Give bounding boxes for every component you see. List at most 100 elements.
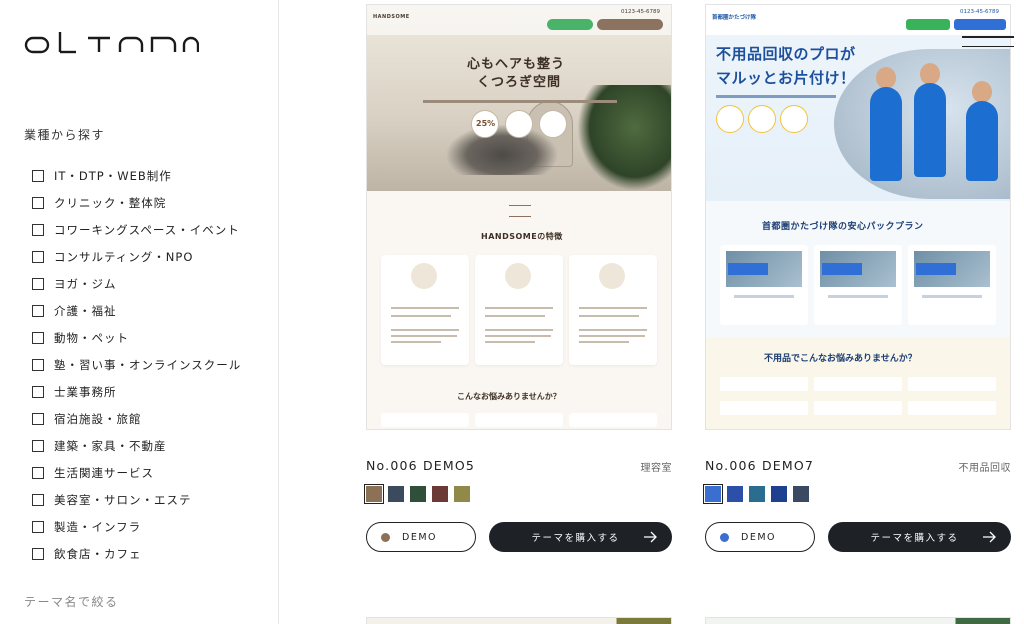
preview-worry-item — [814, 377, 902, 391]
preview-hero-subtext — [423, 100, 617, 103]
hamburger-menu-icon[interactable] — [962, 36, 1014, 60]
preview-brand: HANDSOME — [373, 14, 410, 20]
checkbox[interactable] — [32, 466, 44, 479]
category-label: 生活関連サービス — [54, 465, 154, 480]
checkbox[interactable] — [32, 412, 44, 425]
preview-badge — [505, 110, 533, 138]
checkbox[interactable] — [32, 439, 44, 452]
arrow-right-icon — [983, 531, 996, 543]
color-swatch[interactable] — [771, 486, 787, 502]
theme-preview-image[interactable] — [366, 617, 672, 624]
preview-hero-line2: くつろぎ空間 — [477, 75, 562, 90]
ornament-icon — [509, 205, 531, 217]
preview-reserve-button — [597, 19, 663, 30]
category-item[interactable]: IT・DTP・WEB制作 — [32, 162, 241, 189]
theme-title[interactable]: No.006 DEMO7 — [705, 458, 814, 473]
preview-worry-item — [569, 413, 657, 427]
oltana-logo[interactable] — [24, 30, 199, 56]
category-item[interactable]: クリニック・整体院 — [32, 189, 241, 216]
category-item[interactable]: 製造・インフラ — [32, 513, 241, 540]
category-label: ヨガ・ジム — [54, 276, 117, 291]
buy-theme-button[interactable]: テーマを購入する — [489, 522, 672, 552]
preview-badge — [748, 105, 776, 133]
demo-button[interactable]: DEMO — [705, 522, 815, 552]
theme-name-filter-title[interactable]: テーマ名で絞る — [24, 593, 119, 610]
staff-head-shape — [972, 81, 992, 103]
category-item[interactable]: 美容室・サロン・エステ — [32, 486, 241, 513]
color-swatch[interactable] — [432, 486, 448, 502]
category-label: クリニック・整体院 — [54, 195, 167, 210]
checkbox[interactable] — [32, 223, 44, 236]
category-item[interactable]: 建築・家具・不動産 — [32, 432, 241, 459]
category-label: 建築・家具・不動産 — [54, 438, 167, 453]
category-item[interactable]: 飲食店・カフェ — [32, 540, 241, 567]
checkbox[interactable] — [32, 331, 44, 344]
preview-worries-title: こんなお悩みありませんか？ — [457, 392, 561, 401]
checkbox[interactable] — [32, 304, 44, 317]
preview-hero-line1: 不用品回収のプロが — [716, 45, 856, 63]
preview-feature-card — [475, 255, 563, 365]
category-item[interactable]: コンサルティング・NPO — [32, 243, 241, 270]
category-label: 士業事務所 — [54, 384, 117, 399]
category-label: 美容室・サロン・エステ — [54, 492, 192, 507]
color-swatch[interactable] — [410, 486, 426, 502]
demo-dot-icon — [720, 532, 729, 542]
demo-button-label: DEMO — [402, 531, 437, 543]
checkbox[interactable] — [32, 385, 44, 398]
staff-shape — [966, 101, 998, 181]
checkbox[interactable] — [32, 196, 44, 209]
checkbox[interactable] — [32, 493, 44, 506]
preview-brand: 首都圏かたづけ隊 — [712, 15, 757, 21]
theme-preview-image[interactable]: 首都圏かたづけ隊 0123-45-6789 不用品回収のプロが マルッとお片付け… — [705, 4, 1011, 430]
sidebar: 業種から探す IT・DTP・WEB制作 クリニック・整体院 コワーキングスペース… — [0, 0, 279, 624]
category-item[interactable]: 介護・福祉 — [32, 297, 241, 324]
preview-phone: 0123-45-6789 — [621, 9, 660, 15]
color-swatches — [364, 484, 470, 504]
preview-plan-card — [720, 245, 808, 325]
color-swatch[interactable] — [793, 486, 809, 502]
category-label: 介護・福祉 — [54, 303, 117, 318]
category-item[interactable]: 塾・習い事・オンラインスクール — [32, 351, 241, 378]
demo-button[interactable]: DEMO — [366, 522, 476, 552]
preview-line-button — [906, 19, 950, 30]
preview-phone: 0123-45-6789 — [960, 9, 999, 15]
preview-plan-card — [814, 245, 902, 325]
checkbox[interactable] — [32, 547, 44, 560]
checkbox[interactable] — [32, 277, 44, 290]
category-label: 塾・習い事・オンラインスクール — [54, 357, 242, 372]
category-item[interactable]: コワーキングスペース・イベント — [32, 216, 241, 243]
color-swatch[interactable] — [703, 484, 723, 504]
category-section-title: 業種から探す — [24, 128, 106, 142]
demo-dot-icon — [381, 532, 390, 542]
preview-worry-item — [381, 413, 469, 427]
color-swatch[interactable] — [727, 486, 743, 502]
color-swatches — [703, 484, 809, 504]
color-swatch[interactable] — [364, 484, 384, 504]
theme-title[interactable]: No.006 DEMO5 — [366, 458, 475, 473]
theme-grid: HANDSOME 0123-45-6789 心もヘアも整う くつろぎ空間 25%… — [280, 0, 1024, 624]
preview-badge — [780, 105, 808, 133]
checkbox[interactable] — [32, 358, 44, 371]
theme-preview-image[interactable]: HANDSOME 0123-45-6789 心もヘアも整う くつろぎ空間 25%… — [366, 4, 672, 430]
category-item[interactable]: 宿泊施設・旅館 — [32, 405, 241, 432]
color-swatch[interactable] — [388, 486, 404, 502]
checkbox[interactable] — [32, 520, 44, 533]
category-label: コワーキングスペース・イベント — [54, 222, 240, 237]
badge-value: 25% — [476, 119, 496, 128]
category-item[interactable]: 動物・ペット — [32, 324, 241, 351]
category-item[interactable]: 生活関連サービス — [32, 459, 241, 486]
checkbox[interactable] — [32, 250, 44, 263]
staff-shape — [870, 87, 902, 181]
preview-worry-item — [720, 377, 808, 391]
category-item[interactable]: 士業事務所 — [32, 378, 241, 405]
category-item[interactable]: ヨガ・ジム — [32, 270, 241, 297]
buy-button-label: テーマを購入する — [870, 533, 959, 544]
buy-theme-button[interactable]: テーマを購入する — [828, 522, 1011, 552]
checkbox[interactable] — [32, 169, 44, 182]
color-swatch[interactable] — [749, 486, 765, 502]
preview-mail-button — [954, 19, 1006, 30]
staff-head-shape — [920, 63, 940, 85]
theme-preview-image[interactable] — [705, 617, 1011, 624]
category-label: IT・DTP・WEB制作 — [54, 168, 172, 183]
color-swatch[interactable] — [454, 486, 470, 502]
